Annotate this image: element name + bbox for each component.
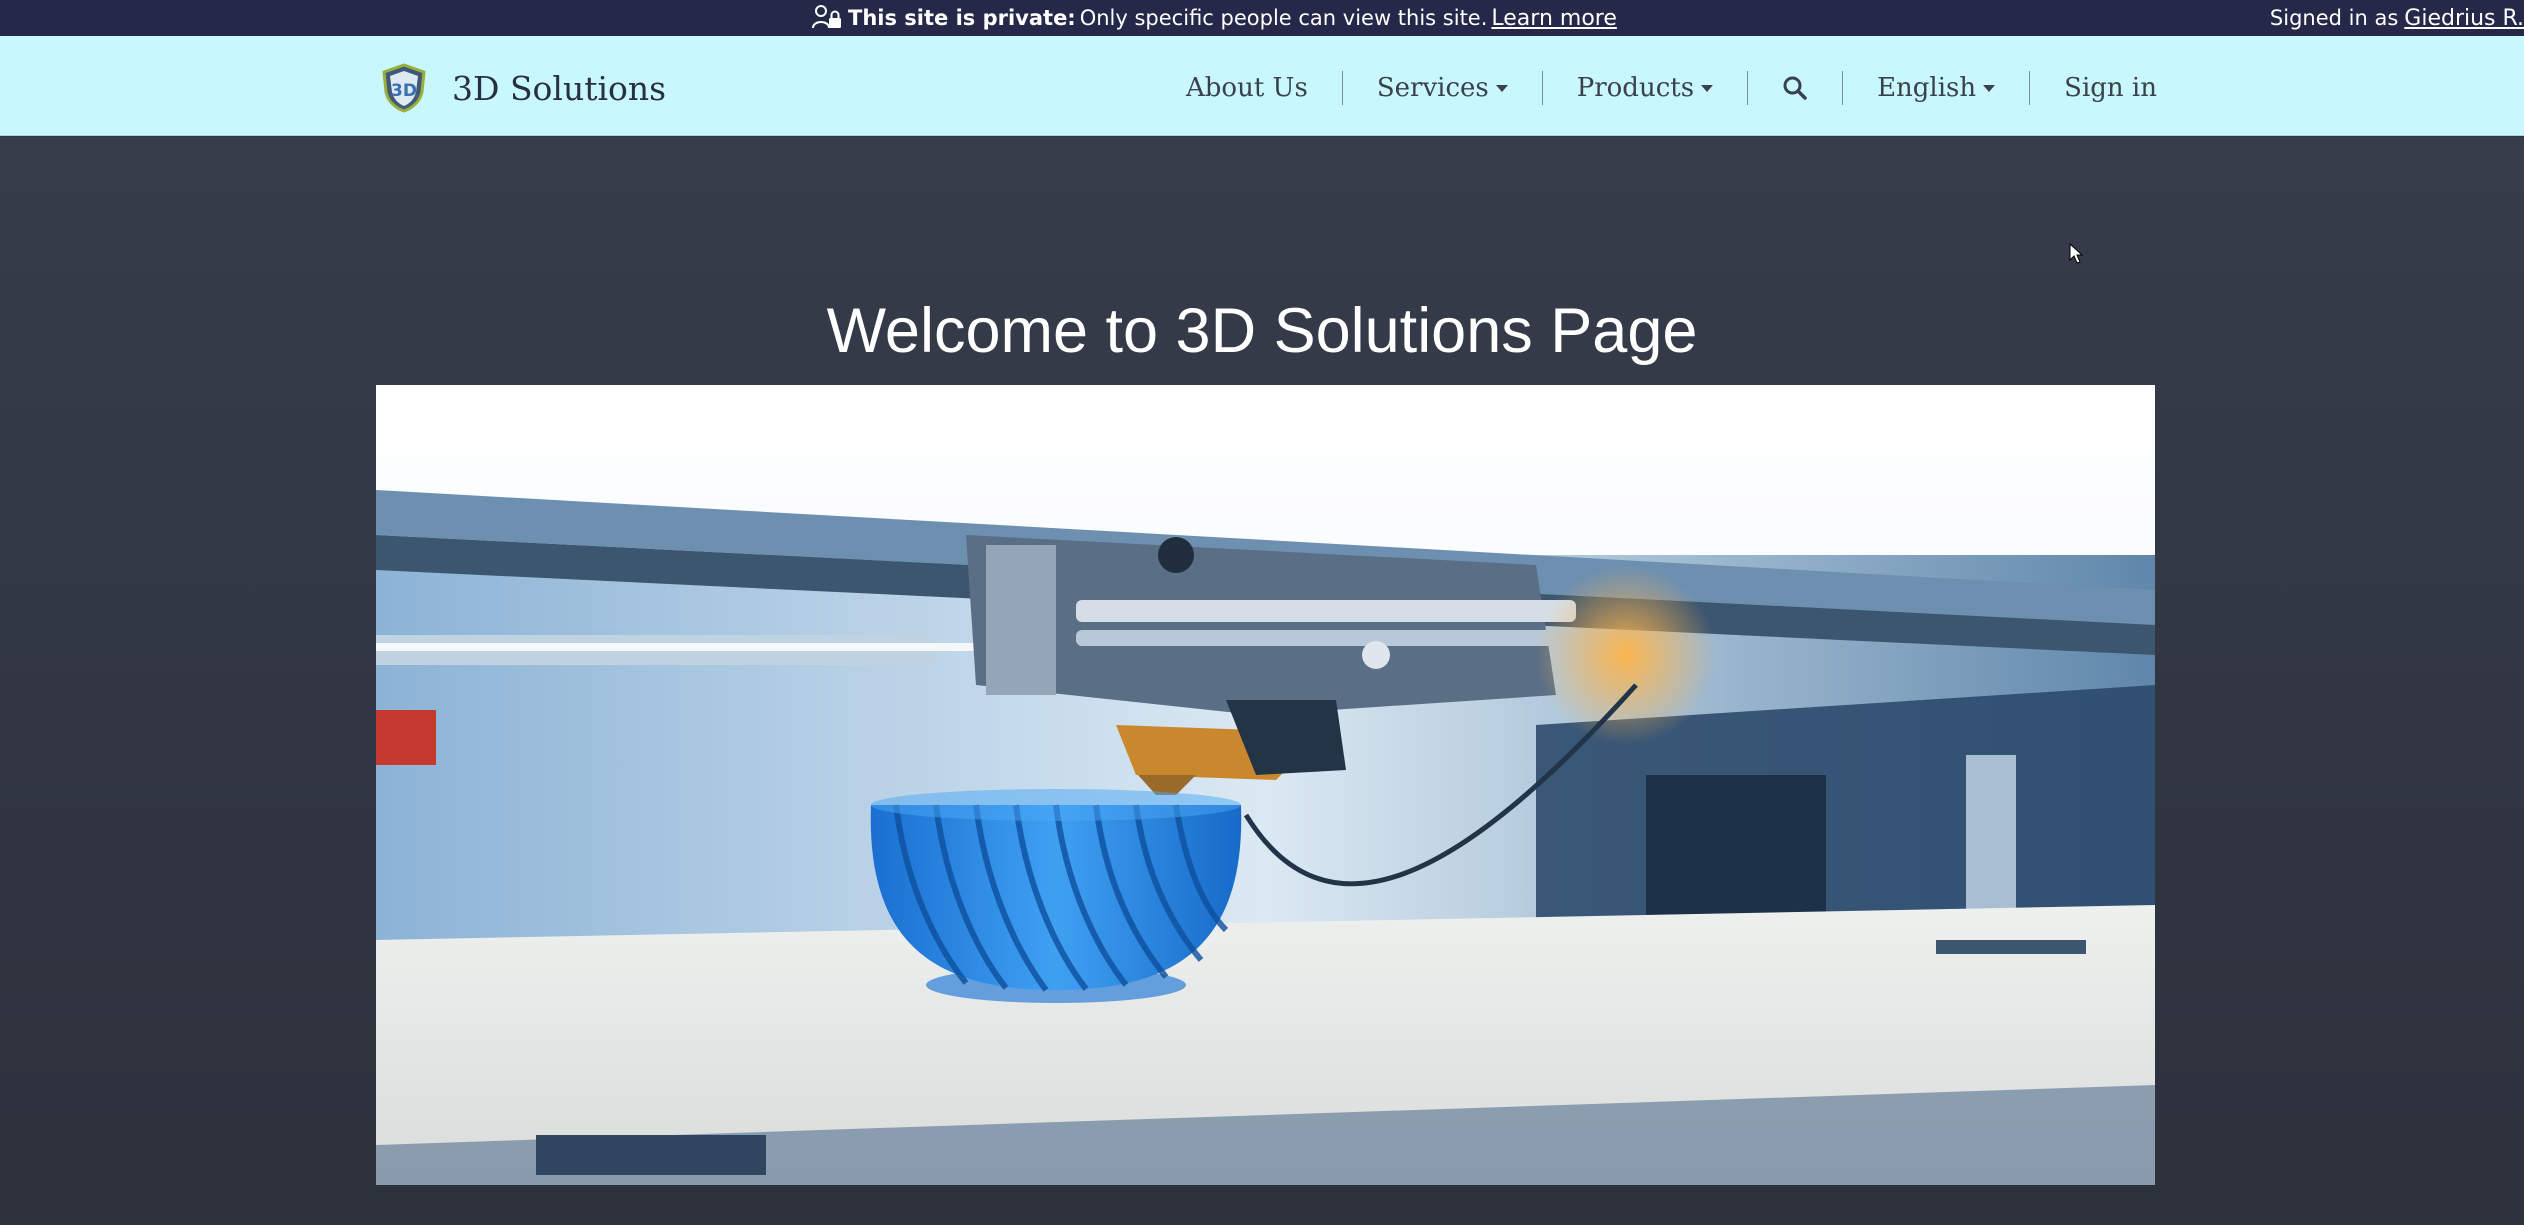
brand-name: 3D Solutions xyxy=(452,68,667,108)
nav-about-us-label: About Us xyxy=(1186,73,1308,103)
hero-section: Welcome to 3D Solutions Page xyxy=(0,137,2524,1225)
search-button[interactable] xyxy=(1748,71,1844,105)
signed-in-label: Signed in as xyxy=(2269,6,2399,30)
shield-3d-logo-icon: 3D xyxy=(382,63,426,113)
private-site-banner: This site is private: Only specific peop… xyxy=(0,0,2524,36)
private-site-icon xyxy=(812,5,841,29)
private-site-label: This site is private: xyxy=(848,6,1076,30)
hero-image-3d-printer xyxy=(376,385,2155,1185)
language-selector[interactable]: English xyxy=(1843,71,2031,105)
nav-products-label: Products xyxy=(1576,73,1695,103)
nav-services-dropdown[interactable]: Services xyxy=(1343,71,1543,105)
nav-services-label: Services xyxy=(1376,73,1489,103)
nav-about-us[interactable]: About Us xyxy=(1152,71,1343,105)
signed-in-status: Signed in as Giedrius R. xyxy=(2270,0,2524,36)
caret-down-icon xyxy=(1495,84,1508,92)
mouse-cursor-icon xyxy=(2069,243,2083,264)
caret-down-icon xyxy=(1983,84,1996,92)
sign-in-label: Sign in xyxy=(2064,73,2157,103)
main-navigation: About Us Services Products English Sign … xyxy=(1152,68,2157,108)
hero-title: Welcome to 3D Solutions Page xyxy=(826,296,1698,366)
sign-in-link[interactable]: Sign in xyxy=(2030,71,2157,105)
svg-text:3D: 3D xyxy=(391,81,417,101)
nav-products-dropdown[interactable]: Products xyxy=(1543,71,1749,105)
language-label: English xyxy=(1877,73,1977,103)
site-brand[interactable]: 3D 3D Solutions xyxy=(378,62,666,114)
learn-more-link[interactable]: Learn more xyxy=(1491,6,1616,31)
site-navbar: 3D 3D Solutions About Us Services Produc… xyxy=(0,36,2524,136)
caret-down-icon xyxy=(1701,84,1714,92)
search-icon xyxy=(1783,76,1807,100)
user-name-link[interactable]: Giedrius R. xyxy=(2404,6,2524,31)
private-site-notice: This site is private: Only specific peop… xyxy=(812,0,1617,36)
private-site-message: Only specific people can view this site. xyxy=(1079,6,1488,30)
